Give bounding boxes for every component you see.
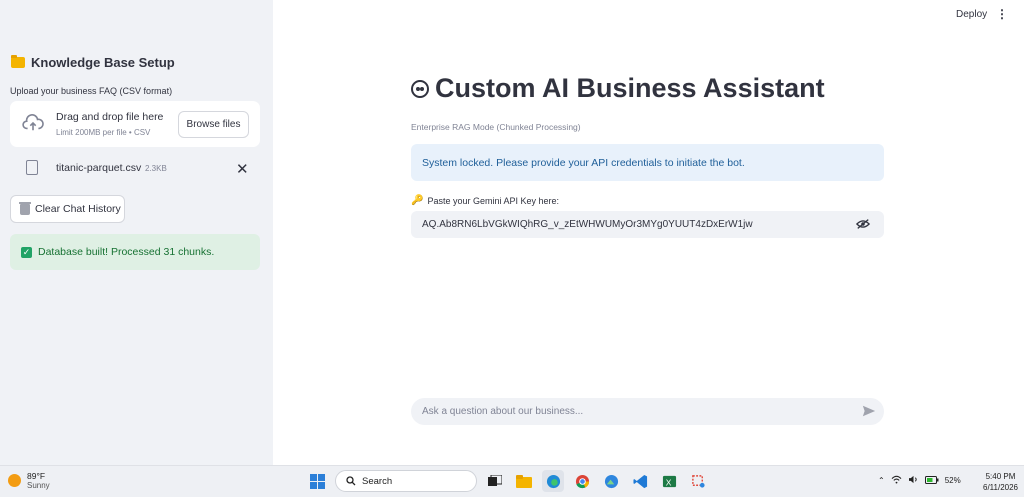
status-success-text: Database built! Processed 31 chunks. xyxy=(38,246,215,258)
file-dropzone[interactable]: Drag and drop file here Limit 200MB per … xyxy=(10,101,260,147)
deploy-button[interactable]: Deploy xyxy=(956,9,987,20)
file-explorer-icon[interactable] xyxy=(513,470,535,492)
battery-icon[interactable] xyxy=(924,475,939,486)
page-caption: Enterprise RAG Mode (Chunked Processing) xyxy=(411,122,581,132)
battery-percent: 52% xyxy=(944,476,961,485)
chrome-icon[interactable] xyxy=(571,470,593,492)
weather-widget[interactable]: 89°F Sunny xyxy=(8,471,50,490)
info-alert: System locked. Please provide your API c… xyxy=(411,144,884,181)
sidebar-title: Knowledge Base Setup xyxy=(11,55,175,70)
main-menu-icon[interactable]: ⋮ xyxy=(996,7,1008,21)
sidebar-title-text: Knowledge Base Setup xyxy=(31,55,175,70)
taskbar-search-label: Search xyxy=(362,475,393,487)
weather-condition: Sunny xyxy=(27,481,50,490)
file-icon xyxy=(26,160,38,175)
photos-icon[interactable] xyxy=(600,470,622,492)
uploaded-file-row: titanic-parquet.csv 2.3KB ✕ xyxy=(10,155,260,183)
upload-label: Upload your business FAQ (CSV format) xyxy=(10,86,173,96)
trash-icon xyxy=(19,201,31,215)
svg-text:X: X xyxy=(665,477,671,487)
volume-icon[interactable] xyxy=(908,475,919,486)
search-icon xyxy=(346,476,356,486)
hide-password-icon[interactable] xyxy=(856,218,870,230)
system-tray: ⌃ 52% xyxy=(878,475,961,486)
send-icon[interactable] xyxy=(862,404,876,418)
remove-file-icon[interactable]: ✕ xyxy=(236,160,249,178)
windows-icon xyxy=(309,473,325,489)
edge-browser-icon[interactable] xyxy=(542,470,564,492)
weather-temp: 89°F xyxy=(27,471,46,481)
browse-files-button[interactable]: Browse files xyxy=(178,111,249,138)
page-title-row: Custom AI Business Assistant xyxy=(411,73,825,104)
status-success-box: ✓ Database built! Processed 31 chunks. xyxy=(10,234,260,270)
api-key-input[interactable]: AQ.Ab8RN6LbVGkWIQhRG_v_zEtWHWUMyOr3MYg0Y… xyxy=(411,211,884,238)
os-taskbar: 89°F Sunny Search X ⌃ 52% 5:40 PM 6/11/2… xyxy=(0,465,1024,497)
excel-icon[interactable]: X xyxy=(658,470,680,492)
clock-time: 5:40 PM xyxy=(985,472,1016,481)
taskbar-apps: Search X xyxy=(306,470,709,492)
file-name: titanic-parquet.csv xyxy=(56,162,142,174)
api-key-value: AQ.Ab8RN6LbVGkWIQhRG_v_zEtWHWUMyOr3MYg0Y… xyxy=(422,219,753,230)
key-icon: 🔑 xyxy=(411,195,424,206)
clear-chat-history-label: Clear Chat History xyxy=(35,203,121,215)
clock-date: 6/11/2026 xyxy=(983,483,1018,492)
chevron-up-icon[interactable]: ⌃ xyxy=(878,476,885,485)
snipping-tool-icon[interactable] xyxy=(687,470,709,492)
vscode-icon[interactable] xyxy=(629,470,651,492)
start-button[interactable] xyxy=(306,470,328,492)
info-alert-text: System locked. Please provide your API c… xyxy=(422,156,745,169)
taskbar-clock[interactable]: 5:40 PM 6/11/2026 xyxy=(983,471,1018,493)
file-size: 2.3KB xyxy=(145,164,167,173)
folder-icon xyxy=(11,55,25,68)
dropzone-main-text: Drag and drop file here xyxy=(56,111,164,123)
chat-input[interactable]: Ask a question about our business... xyxy=(411,398,884,425)
cloud-upload-icon xyxy=(22,114,44,131)
api-key-label-text: Paste your Gemini API Key here: xyxy=(427,195,560,206)
chat-input-placeholder: Ask a question about our business... xyxy=(422,406,584,417)
clear-chat-history-button[interactable]: Clear Chat History xyxy=(10,195,125,223)
page-title: Custom AI Business Assistant xyxy=(435,73,825,103)
checkmark-icon: ✓ xyxy=(21,246,32,258)
sun-icon xyxy=(8,474,21,487)
task-view-icon[interactable] xyxy=(484,470,506,492)
robot-icon xyxy=(411,79,429,98)
sidebar: Knowledge Base Setup Upload your busines… xyxy=(0,0,273,465)
api-key-label: 🔑 Paste your Gemini API Key here: xyxy=(411,195,559,206)
taskbar-search[interactable]: Search xyxy=(335,470,477,492)
dropzone-limit-text: Limit 200MB per file • CSV xyxy=(56,128,151,137)
wifi-icon[interactable] xyxy=(891,475,902,486)
